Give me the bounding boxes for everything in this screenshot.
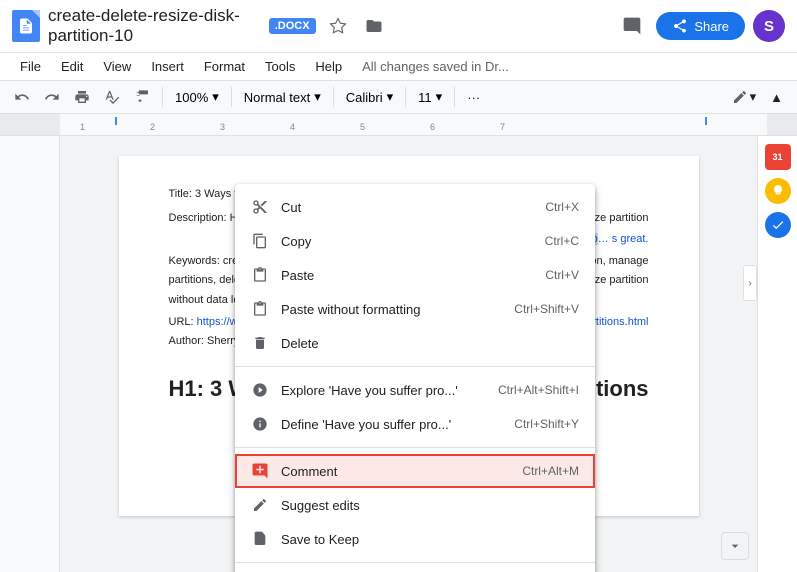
left-sidebar [0,136,60,572]
main-area: Title: 3 Ways to… Description: Ha… e/res… [0,136,797,572]
menu-view[interactable]: View [95,55,139,78]
redo-button[interactable] [38,85,66,109]
size-select[interactable]: 11 ▾ [412,86,448,108]
ctx-copy[interactable]: Copy Ctrl+C [235,224,595,258]
ctx-copy-shortcut: Ctrl+C [545,234,579,248]
cut-icon [251,198,269,216]
separator-3 [235,562,595,563]
menu-edit[interactable]: Edit [53,55,91,78]
docx-badge: .DOCX [269,18,316,34]
define-icon [251,415,269,433]
ctx-paste-format[interactable]: Paste without formatting Ctrl+Shift+V [235,292,595,326]
ctx-suggest-label: Suggest edits [281,498,360,513]
ctx-comment[interactable]: Comment Ctrl+Alt+M [235,454,595,488]
font-select[interactable]: Calibri ▾ [340,86,399,108]
menu-tools[interactable]: Tools [257,55,303,78]
ctx-define-label: Define 'Have you suffer pro...' [281,417,451,432]
ctx-keep-label: Save to Keep [281,532,359,547]
share-label: Share [694,19,729,34]
expand-right-button[interactable]: › [743,265,757,301]
context-menu: Cut Ctrl+X Copy Ctrl+C [235,184,595,572]
share-button[interactable]: Share [656,12,745,40]
ctx-keep[interactable]: Save to Keep [235,522,595,556]
avatar[interactable]: S [753,10,785,42]
ctx-cut-shortcut: Ctrl+X [545,200,579,214]
paste-format-icon [251,300,269,318]
ctx-paste[interactable]: Paste Ctrl+V [235,258,595,292]
comment-button[interactable] [616,10,648,42]
ctx-delete[interactable]: Delete [235,326,595,360]
suggest-icon [251,496,269,514]
ctx-paste-format-label: Paste without formatting [281,302,420,317]
ctx-cut[interactable]: Cut Ctrl+X [235,190,595,224]
keep-icon [251,530,269,548]
app-icon [12,10,40,42]
ctx-paste-shortcut: Ctrl+V [545,268,579,282]
menu-file[interactable]: File [12,55,49,78]
edit-mode-button[interactable]: ▾ [726,85,763,109]
separator-2 [231,87,232,107]
paintformat-button[interactable] [128,85,156,109]
ctx-explore-shortcut: Ctrl+Alt+Shift+I [498,383,579,397]
separator-4 [405,87,406,107]
ctx-cut-label: Cut [281,200,301,215]
explore-icon [251,381,269,399]
calendar-widget[interactable]: 31 [765,144,791,170]
ctx-define[interactable]: Define 'Have you suffer pro...' Ctrl+Shi… [235,407,595,441]
saved-status[interactable]: All changes saved in Dr... [362,59,509,74]
star-button[interactable] [324,12,352,40]
separator-5 [454,87,455,107]
separator-3 [333,87,334,107]
ctx-comment-label: Comment [281,464,337,479]
document-title: create-delete-resize-disk-partition-10 [48,6,261,46]
print-button[interactable] [68,85,96,109]
title-bar: create-delete-resize-disk-partition-10 .… [0,0,797,53]
separator-1 [235,366,595,367]
spellcheck-button[interactable] [98,85,126,109]
style-select[interactable]: Normal text ▾ [238,86,327,108]
delete-icon [251,334,269,352]
collapse-button[interactable]: ▲ [764,86,789,109]
ctx-delete-label: Delete [281,336,319,351]
menu-help[interactable]: Help [307,55,350,78]
toolbar: 100% ▾ Normal text ▾ Calibri ▾ 11 ▾ ··· … [0,81,797,114]
document-area[interactable]: Title: 3 Ways to… Description: Ha… e/res… [60,136,757,572]
paste-icon [251,266,269,284]
ctx-paste-label: Paste [281,268,314,283]
right-sidebar: 31 [757,136,797,572]
ruler: 1 2 3 4 5 6 7 [0,114,797,136]
menu-insert[interactable]: Insert [143,55,192,78]
ctx-paste-format-shortcut: Ctrl+Shift+V [514,302,579,316]
comment-plus-icon [251,462,269,480]
menu-bar: File Edit View Insert Format Tools Help … [0,53,797,81]
zoom-select[interactable]: 100% ▾ [169,86,225,108]
undo-button[interactable] [8,85,36,109]
ctx-define-shortcut: Ctrl+Shift+Y [514,417,579,431]
separator-1 [162,87,163,107]
tasks-widget[interactable] [765,212,791,238]
more-button[interactable]: ··· [461,86,486,109]
ctx-suggest[interactable]: Suggest edits [235,488,595,522]
ctx-comment-shortcut: Ctrl+Alt+M [522,464,579,478]
ctx-explore-label: Explore 'Have you suffer pro...' [281,383,458,398]
folder-button[interactable] [360,12,388,40]
scroll-to-bottom-button[interactable] [721,532,749,560]
separator-2 [235,447,595,448]
ctx-explore[interactable]: Explore 'Have you suffer pro...' Ctrl+Al… [235,373,595,407]
ctx-copy-label: Copy [281,234,311,249]
menu-format[interactable]: Format [196,55,253,78]
copy-icon [251,232,269,250]
lightbulb-widget[interactable] [765,178,791,204]
